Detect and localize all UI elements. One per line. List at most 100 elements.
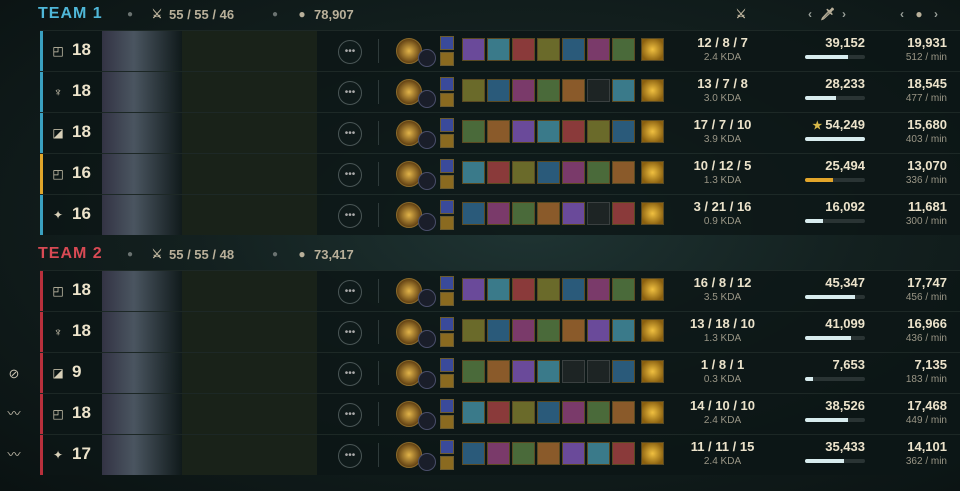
item-icon[interactable]	[562, 401, 585, 424]
more-options-button[interactable]: •••	[338, 321, 362, 345]
item-icon[interactable]	[562, 120, 585, 143]
item-icon[interactable]	[462, 442, 485, 465]
trinket-icon[interactable]	[641, 360, 664, 383]
item-icon[interactable]	[512, 38, 535, 61]
champion-portrait[interactable]	[102, 113, 182, 153]
summoner-spell-icon[interactable]	[440, 52, 454, 66]
item-icon[interactable]	[537, 38, 560, 61]
summoner-spell-icon[interactable]	[440, 216, 454, 230]
item-icon[interactable]	[462, 161, 485, 184]
chevron-left-icon[interactable]: ‹	[900, 7, 904, 21]
item-icon[interactable]	[562, 442, 585, 465]
more-options-button[interactable]: •••	[338, 81, 362, 105]
item-icon[interactable]	[512, 278, 535, 301]
item-icon[interactable]	[462, 79, 485, 102]
player-row[interactable]: ◰ 18 ••• 12 / 8 / 7 2.4 KDA 39,152 19,931 512 /…	[40, 30, 960, 71]
summoner-spell-icon[interactable]	[440, 415, 454, 429]
item-icon[interactable]	[462, 120, 485, 143]
trinket-icon[interactable]	[641, 120, 664, 143]
item-icon[interactable]	[612, 401, 635, 424]
item-icon[interactable]	[487, 79, 510, 102]
trinket-icon[interactable]	[641, 278, 664, 301]
item-icon[interactable]	[537, 442, 560, 465]
item-icon[interactable]	[562, 161, 585, 184]
summoner-spell-icon[interactable]	[440, 374, 454, 388]
item-icon[interactable]	[487, 360, 510, 383]
item-icon[interactable]	[512, 161, 535, 184]
summoner-spell-icon[interactable]	[440, 93, 454, 107]
summoner-spell-icon[interactable]	[440, 200, 454, 214]
summoner-spell-icon[interactable]	[440, 440, 454, 454]
trinket-icon[interactable]	[641, 161, 664, 184]
item-icon[interactable]	[537, 202, 560, 225]
item-icon[interactable]	[462, 360, 485, 383]
item-icon[interactable]	[587, 120, 610, 143]
damage-column-header[interactable]: ‹ 🗡 ›	[808, 7, 846, 21]
item-icon[interactable]	[487, 319, 510, 342]
item-icon[interactable]	[562, 38, 585, 61]
champion-portrait[interactable]	[102, 72, 182, 112]
item-icon[interactable]	[612, 442, 635, 465]
summoner-spell-icon[interactable]	[440, 175, 454, 189]
item-icon[interactable]	[537, 360, 560, 383]
item-icon[interactable]	[612, 79, 635, 102]
secondary-rune-icon[interactable]	[418, 289, 436, 307]
summoner-spell-icon[interactable]	[440, 317, 454, 331]
summoner-spell-icon[interactable]	[440, 118, 454, 132]
item-icon[interactable]	[587, 401, 610, 424]
gold-column-header[interactable]: ‹ ● ›	[900, 7, 938, 21]
secondary-rune-icon[interactable]	[418, 172, 436, 190]
summoner-spell-icon[interactable]	[440, 159, 454, 173]
more-options-button[interactable]: •••	[338, 444, 362, 468]
item-icon[interactable]	[512, 360, 535, 383]
trinket-icon[interactable]	[641, 401, 664, 424]
more-options-button[interactable]: •••	[338, 280, 362, 304]
item-icon[interactable]	[587, 278, 610, 301]
item-icon[interactable]	[512, 401, 535, 424]
champion-portrait[interactable]	[102, 353, 182, 393]
more-options-button[interactable]: •••	[338, 362, 362, 386]
more-options-button[interactable]: •••	[338, 163, 362, 187]
item-icon[interactable]	[537, 79, 560, 102]
trinket-icon[interactable]	[641, 442, 664, 465]
secondary-rune-icon[interactable]	[418, 90, 436, 108]
item-icon[interactable]	[562, 319, 585, 342]
summoner-spell-icon[interactable]	[440, 333, 454, 347]
secondary-rune-icon[interactable]	[418, 131, 436, 149]
trinket-icon[interactable]	[641, 319, 664, 342]
player-row[interactable]: ◰ 18 ••• 16 / 8 / 12 3.5 KDA 45,347 17,747 456 …	[40, 270, 960, 311]
secondary-rune-icon[interactable]	[418, 371, 436, 389]
item-icon[interactable]	[537, 278, 560, 301]
item-icon[interactable]	[462, 202, 485, 225]
item-icon[interactable]	[537, 401, 560, 424]
summoner-spell-icon[interactable]	[440, 77, 454, 91]
item-icon[interactable]	[512, 442, 535, 465]
item-icon[interactable]	[487, 38, 510, 61]
item-icon[interactable]	[512, 79, 535, 102]
item-icon[interactable]	[462, 278, 485, 301]
chevron-right-icon[interactable]: ›	[934, 7, 938, 21]
item-icon[interactable]	[612, 319, 635, 342]
item-icon[interactable]	[587, 442, 610, 465]
item-icon[interactable]	[462, 38, 485, 61]
item-icon[interactable]	[562, 79, 585, 102]
item-icon[interactable]	[487, 442, 510, 465]
player-row[interactable]: ♆ 18 ••• 13 / 7 / 8 3.0 KDA 28,233 18,545 477 /…	[40, 71, 960, 112]
more-options-button[interactable]: •••	[338, 40, 362, 64]
item-icon[interactable]	[537, 120, 560, 143]
item-icon[interactable]	[612, 38, 635, 61]
champion-portrait[interactable]	[102, 312, 182, 352]
player-row[interactable]: ✦ 17 ••• 11 / 11 / 15 2.4 KDA 35,433 14,101 362…	[40, 434, 960, 475]
item-icon[interactable]	[487, 401, 510, 424]
chevron-left-icon[interactable]: ‹	[808, 7, 812, 21]
player-row[interactable]: ◪ 18 ••• 17 / 7 / 10 3.9 KDA ★ 54,249 15,680 403…	[40, 112, 960, 153]
summoner-spell-icon[interactable]	[440, 358, 454, 372]
champion-portrait[interactable]	[102, 31, 182, 71]
more-options-button[interactable]: •••	[338, 204, 362, 228]
item-icon[interactable]	[587, 319, 610, 342]
summoner-spell-icon[interactable]	[440, 456, 454, 470]
item-icon[interactable]	[587, 38, 610, 61]
champion-portrait[interactable]	[102, 394, 182, 434]
item-icon[interactable]	[462, 401, 485, 424]
champion-portrait[interactable]	[102, 271, 182, 311]
